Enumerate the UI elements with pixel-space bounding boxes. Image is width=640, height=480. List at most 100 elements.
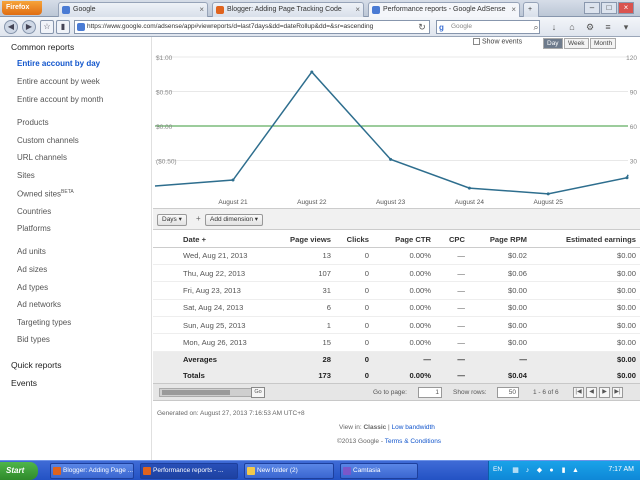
security-icon[interactable]: ◆ [535,466,544,475]
low-bandwidth-link[interactable]: Low bandwidth [392,424,435,431]
cell-cpc: — [435,281,469,300]
col-date-header[interactable]: Date + [153,232,253,248]
forward-arrow-icon[interactable]: ▶ [22,20,36,34]
col-page-views-header[interactable]: Page views [253,232,335,248]
sidebar-item-platforms[interactable]: Platforms [17,224,51,233]
show-events-toggle[interactable]: Show events [473,38,522,45]
series-point[interactable] [310,70,314,74]
series-point[interactable] [546,192,550,196]
maximize-button[interactable]: □ [601,2,617,14]
volume-icon[interactable]: ♪ [523,466,532,475]
bookmark-star-icon[interactable]: ☆ [40,20,54,34]
menu-icon[interactable]: ≡ [602,21,614,33]
sidebar-item-ad-types[interactable]: Ad types [17,283,48,292]
task-camtasia[interactable]: Camtasia [340,463,418,479]
show-events-checkbox[interactable] [473,38,480,45]
browser-tab-google[interactable]: Google × [58,2,208,17]
cell-earnings: $0.00 [531,333,640,352]
sidebar-item-products[interactable]: Products [17,118,49,127]
network-icon[interactable]: ▦ [511,466,520,475]
update-icon[interactable]: ● [547,466,556,475]
close-tab-icon[interactable]: × [511,3,516,16]
sidebar-item-ad-networks[interactable]: Ad networks [17,300,61,309]
add-dimension-button[interactable]: Add dimension ▾ [205,214,264,226]
scrollbar-thumb[interactable] [162,390,230,395]
download-icon[interactable]: ↓ [548,21,560,33]
table-pager: Go Go to page: 1 Show rows: 50 1 - 6 of … [153,383,640,401]
url-bar[interactable]: https://www.google.com/adsense/app#viewr… [74,20,430,34]
period-month-button[interactable]: Month [590,38,617,49]
safely-remove-icon[interactable]: ▲ [571,466,580,475]
x-axis-tick-label: August 23 [376,199,406,206]
sidebar-item-targeting-types[interactable]: Targeting types [17,318,71,327]
browser-tab-blogger[interactable]: Blogger: Adding Page Tracking Code × [212,2,364,17]
firefox-menu-button[interactable]: Firefox [2,1,42,15]
browser-tab-adsense[interactable]: Performance reports - Google AdSense × [368,2,520,17]
rows-per-page-select[interactable]: 50 [497,387,519,398]
sidebar-item-account-by-week[interactable]: Entire account by week [17,77,100,86]
next-page-icon[interactable]: ▶ [599,387,610,398]
go-button[interactable]: Go [251,387,265,398]
close-tab-icon[interactable]: × [355,3,360,16]
task-new-folder[interactable]: New folder (2) [244,463,334,479]
close-tab-icon[interactable]: × [199,3,204,16]
cell-page-views: 13 [253,247,335,265]
sidebar-item-account-by-month[interactable]: Entire account by month [17,95,103,104]
series-point[interactable] [467,186,471,190]
search-bar[interactable]: g Google [436,20,540,34]
sidebar-item-url-channels[interactable]: URL channels [17,153,67,162]
sidebar-item-bid-types[interactable]: Bid types [17,335,50,344]
days-dimension-button[interactable]: Days ▾ [157,214,187,226]
series-point[interactable] [389,157,393,161]
events-link[interactable]: Events [11,378,37,388]
table-row: Thu, Aug 22, 2013 107 0 0.00% — $0.06 $0… [153,264,640,283]
addon-icon[interactable]: ⚙ [584,21,596,33]
sidebar-item-sites[interactable]: Sites [17,171,35,180]
task-performance-reports[interactable]: Performance reports - ... [140,463,238,479]
left-axis-tick-label: $0.50 [156,90,173,97]
generated-timestamp: Generated on: August 27, 2013 7:16:53 AM… [157,410,305,417]
sidebar-item-owned-sites[interactable]: Owned sitesBETA [17,189,74,199]
cell-clicks: 0 [335,281,373,300]
terms-link[interactable]: Terms & Conditions [385,438,441,445]
extension-icon[interactable]: ▾ [620,21,632,33]
reload-icon[interactable]: ↻ [416,21,428,33]
col-earnings-header[interactable]: Estimated earnings [531,232,640,248]
adsense-favicon-icon [372,6,380,14]
cell-page-views: 15 [253,333,335,352]
new-tab-button[interactable]: + [523,2,539,17]
common-reports-heading: Common reports [11,42,75,52]
language-indicator[interactable]: EN [493,466,502,473]
sidebar-item-custom-channels[interactable]: Custom channels [17,136,79,145]
sidebar-item-ad-sizes[interactable]: Ad sizes [17,265,47,274]
horizontal-scrollbar[interactable] [159,388,264,397]
back-arrow-icon[interactable]: ◀ [4,20,18,34]
sidebar-item-countries[interactable]: Countries [17,207,51,216]
task-blogger[interactable]: Blogger: Adding Page ... [50,463,134,479]
quick-reports-link[interactable]: Quick reports [11,360,62,370]
col-cpc-header[interactable]: CPC [435,232,469,248]
prev-page-icon[interactable]: ◀ [586,387,597,398]
cell-page-views: 6 [253,299,335,318]
first-page-icon[interactable]: |◀ [573,387,584,398]
period-day-button[interactable]: Day [543,38,563,49]
last-page-icon[interactable]: ▶| [612,387,623,398]
sidebar-item-account-by-day[interactable]: Entire account by day [17,59,100,68]
col-page-rpm-header[interactable]: Page RPM [469,232,531,248]
task-title: Blogger: Adding Page ... [63,467,134,474]
minimize-button[interactable]: – [584,2,600,14]
page-number-input[interactable]: 1 [418,387,442,398]
close-window-button[interactable]: × [618,2,634,14]
period-week-button[interactable]: Week [564,38,589,49]
search-icon[interactable]: ⌕ [530,21,542,33]
series-point[interactable] [625,176,629,180]
sidebar-item-ad-units[interactable]: Ad units [17,247,46,256]
cell-earnings: $0.00 [531,299,640,318]
cell-page-rpm: $0.00 [469,316,531,335]
home-icon[interactable]: ⌂ [566,21,578,33]
series-point[interactable] [231,178,235,182]
battery-icon[interactable]: ▮ [559,466,568,475]
col-page-ctr-header[interactable]: Page CTR [373,232,435,248]
col-clicks-header[interactable]: Clicks [335,232,373,248]
start-button[interactable]: Start [0,462,38,480]
